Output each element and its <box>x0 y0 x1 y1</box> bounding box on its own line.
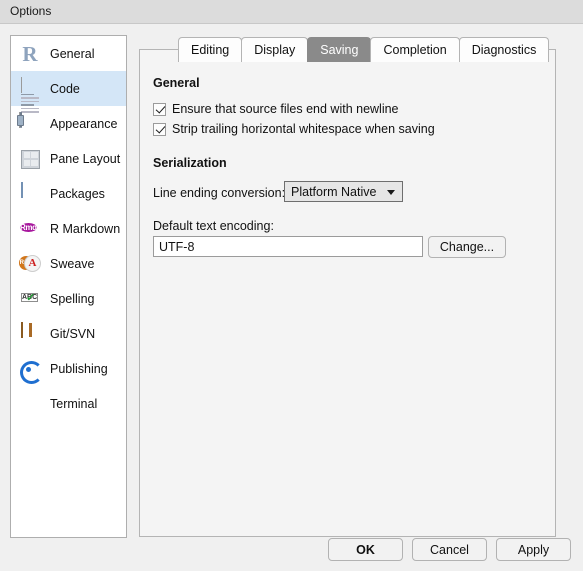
open-box-icon <box>19 321 41 345</box>
ensure-newline-checkbox[interactable] <box>153 102 166 116</box>
apply-button[interactable]: Apply <box>496 538 571 561</box>
sidebar-item-label: Code <box>50 81 80 96</box>
strip-whitespace-checkbox-row[interactable]: Strip trailing horizontal whitespace whe… <box>153 122 435 136</box>
sidebar-item-sweave[interactable]: RnwA Sweave <box>11 246 126 281</box>
sweave-pdf-icon: RnwA <box>19 253 41 275</box>
tab-label: Display <box>254 43 296 57</box>
abc-check-icon: ABC <box>19 288 41 310</box>
general-section-heading: General <box>153 76 200 90</box>
ensure-newline-checkbox-row[interactable]: Ensure that source files end with newlin… <box>153 102 399 116</box>
saving-settings-panel: General Ensure that source files end wit… <box>139 49 556 537</box>
sidebar-item-label: Spelling <box>50 291 95 306</box>
sidebar-item-label: General <box>50 46 95 61</box>
tab-completion[interactable]: Completion <box>370 37 460 62</box>
ensure-newline-label: Ensure that source files end with newlin… <box>172 102 399 116</box>
chevron-down-icon <box>387 189 395 195</box>
tab-label: Saving <box>320 43 359 57</box>
tab-editing[interactable]: Editing <box>178 37 243 62</box>
sidebar-item-label: Packages <box>50 186 105 201</box>
tab-display[interactable]: Display <box>241 37 309 62</box>
tab-saving[interactable]: Saving <box>307 37 372 62</box>
sidebar-item-general[interactable]: R General <box>11 36 126 71</box>
options-category-sidebar: R General Code Appearance Pane Layout Pa… <box>10 35 127 538</box>
change-encoding-button-label: Change... <box>439 240 495 254</box>
sidebar-item-publishing[interactable]: Publishing <box>11 351 126 386</box>
paint-can-icon <box>19 111 41 135</box>
sidebar-item-pane-layout[interactable]: Pane Layout <box>11 141 126 176</box>
tab-label: Completion <box>383 43 447 57</box>
document-icon <box>19 76 41 128</box>
sidebar-item-label: Publishing <box>50 361 108 376</box>
window-titlebar: Options <box>0 0 583 24</box>
sidebar-item-label: Appearance <box>50 116 118 131</box>
tab-label: Diagnostics <box>471 43 537 57</box>
sidebar-item-terminal[interactable]: Terminal <box>11 386 126 421</box>
strip-whitespace-checkbox[interactable] <box>153 122 166 136</box>
sidebar-item-label: R Markdown <box>50 221 121 236</box>
default-text-encoding-value: UTF-8 <box>159 239 195 254</box>
change-encoding-button[interactable]: Change... <box>428 236 506 258</box>
strip-whitespace-label: Strip trailing horizontal whitespace whe… <box>172 122 435 136</box>
apply-button-label: Apply <box>517 542 550 557</box>
sidebar-item-label: Terminal <box>50 396 98 411</box>
package-box-icon <box>19 181 41 205</box>
line-ending-conversion-label: Line ending conversion: <box>153 186 286 200</box>
cancel-button-label: Cancel <box>430 542 469 557</box>
default-text-encoding-input[interactable]: UTF-8 <box>153 236 423 257</box>
cancel-button[interactable]: Cancel <box>412 538 487 561</box>
sidebar-item-code[interactable]: Code <box>11 71 126 128</box>
default-text-encoding-label: Default text encoding: <box>153 219 274 233</box>
ok-button[interactable]: OK <box>328 538 403 561</box>
publish-ring-icon <box>19 358 43 384</box>
tab-diagnostics[interactable]: Diagnostics <box>458 37 550 62</box>
sidebar-item-spelling[interactable]: ABC Spelling <box>11 281 126 316</box>
terminal-icon <box>19 393 41 415</box>
tab-label: Editing <box>191 43 230 57</box>
dialog-footer-buttons: OK Cancel Apply <box>328 538 571 561</box>
settings-tabbar: Editing Display Saving Completion Diagno… <box>178 36 550 62</box>
panes-grid-icon <box>19 148 41 170</box>
sidebar-item-git-svn[interactable]: Git/SVN <box>11 316 126 351</box>
ok-button-label: OK <box>356 542 375 557</box>
serialization-section-heading: Serialization <box>153 156 227 170</box>
sidebar-item-label: Pane Layout <box>50 151 121 166</box>
rmd-circle-icon: Rmd <box>20 222 37 232</box>
line-ending-conversion-value: Platform Native <box>291 184 377 199</box>
r-logo-icon: R <box>22 41 38 66</box>
line-ending-conversion-select[interactable]: Platform Native <box>284 181 403 202</box>
sidebar-item-label: Sweave <box>50 256 95 271</box>
sidebar-item-packages[interactable]: Packages <box>11 176 126 211</box>
sidebar-item-r-markdown[interactable]: Rmd R Markdown <box>11 211 126 246</box>
window-title: Options <box>10 4 52 18</box>
sidebar-item-label: Git/SVN <box>50 326 96 341</box>
